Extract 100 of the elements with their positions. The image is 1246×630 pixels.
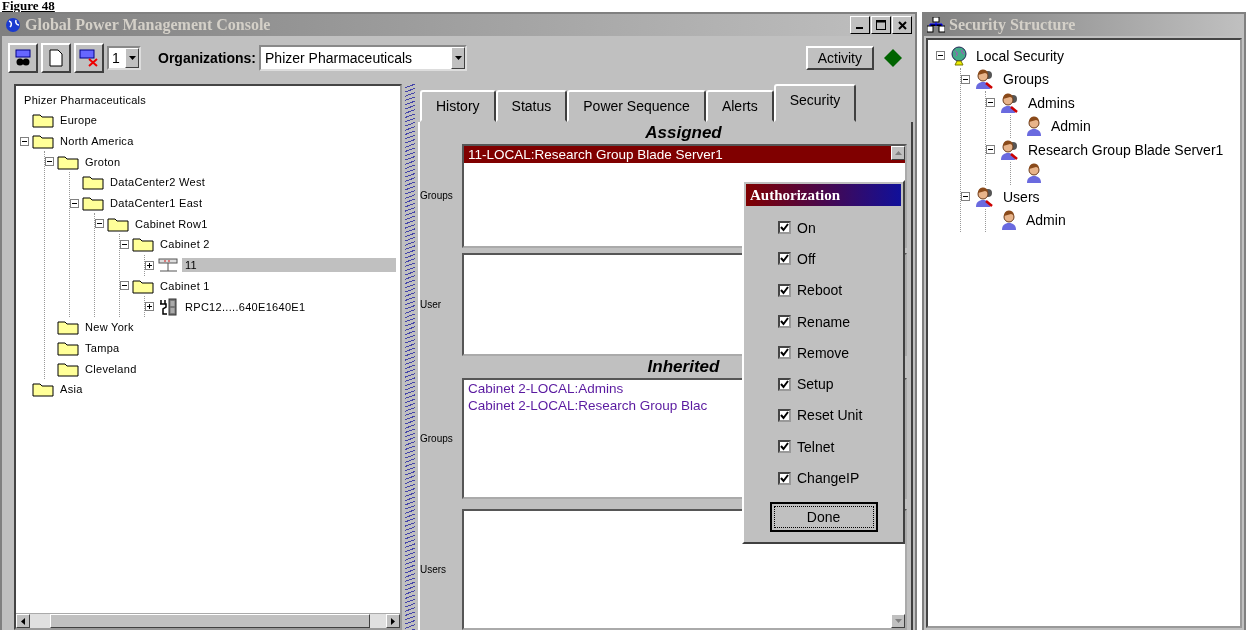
- tree-item[interactable]: Tampa: [82, 340, 123, 355]
- collapse-toggle[interactable]: [120, 281, 129, 291]
- checkbox-label: On: [797, 219, 816, 236]
- dropdown-arrow-icon[interactable]: [128, 56, 136, 60]
- folder-icon: [107, 215, 129, 232]
- collapse-toggle[interactable]: [70, 198, 79, 208]
- folder-icon: [132, 236, 154, 253]
- close-icon: [897, 20, 907, 30]
- section-heading: Inherited: [647, 356, 720, 378]
- globe-icon: [949, 45, 969, 66]
- tree-item[interactable]: North America: [57, 134, 137, 149]
- person-icon: [1024, 116, 1044, 137]
- tree-item[interactable]: Admins: [1025, 93, 1078, 112]
- list-item[interactable]: 11-LOCAL:Research Group Blade Server1: [464, 146, 905, 163]
- tab[interactable]: Power Sequence: [567, 90, 706, 122]
- figure-label: Figure 48: [1, 0, 55, 12]
- tree-item[interactable]: Admin: [1048, 117, 1094, 136]
- find-device-button[interactable]: [8, 43, 38, 73]
- checkbox-label: Off: [797, 250, 816, 267]
- collapse-toggle[interactable]: [986, 98, 995, 108]
- checkbox-label: Setup: [797, 376, 834, 393]
- checkbox[interactable]: [778, 471, 791, 485]
- collapse-toggle[interactable]: [20, 136, 29, 146]
- binoculars-icon: [14, 49, 32, 67]
- splitter-handle[interactable]: [405, 84, 415, 630]
- tree-item[interactable]: Cleveland: [82, 361, 140, 376]
- checkbox[interactable]: [778, 252, 791, 266]
- checkbox-label: Reset Unit: [797, 407, 863, 424]
- scroll-up-button[interactable]: [891, 146, 905, 160]
- folder-icon: [57, 339, 79, 356]
- organization-dropdown[interactable]: Phizer Pharmaceuticals: [259, 45, 467, 71]
- folder-icon: [32, 112, 54, 129]
- window-title: Security Structure: [949, 16, 1076, 34]
- tree-item[interactable]: Local Security: [973, 46, 1067, 65]
- horizontal-scrollbar[interactable]: [16, 613, 400, 628]
- tree-item[interactable]: Cabinet 2: [157, 237, 213, 252]
- collapse-toggle[interactable]: [986, 145, 995, 155]
- expand-toggle[interactable]: [145, 260, 154, 270]
- device-delete-icon: [79, 49, 99, 67]
- minimize-button[interactable]: [850, 16, 870, 34]
- scroll-down-button[interactable]: [891, 614, 905, 628]
- checkbox[interactable]: [778, 440, 791, 454]
- window-title: Global Power Management Console: [25, 16, 271, 34]
- tab[interactable]: History: [420, 90, 496, 122]
- tab[interactable]: Security: [773, 84, 857, 122]
- done-button[interactable]: Done: [769, 501, 878, 532]
- tree-item[interactable]: Admin: [1023, 211, 1069, 230]
- tree-item[interactable]: Cabinet Row1: [132, 216, 211, 231]
- collapse-toggle[interactable]: [95, 219, 104, 229]
- tree-root[interactable]: Phizer Pharmaceuticals: [20, 90, 396, 110]
- expand-toggle[interactable]: [145, 302, 154, 312]
- tab[interactable]: Alerts: [705, 90, 774, 122]
- left-arrow-icon[interactable]: [21, 617, 25, 625]
- maximize-icon: [876, 20, 886, 30]
- tab[interactable]: Status: [495, 90, 568, 122]
- checkbox[interactable]: [778, 346, 791, 360]
- person-icon: [1024, 163, 1044, 184]
- dropdown-arrow-icon[interactable]: [454, 56, 462, 60]
- tree-item[interactable]: DataCenter2 West: [107, 175, 209, 190]
- new-document-button[interactable]: [41, 43, 71, 73]
- tree-item[interactable]: 11: [182, 258, 396, 273]
- checkbox-label: Remove: [797, 344, 850, 361]
- tree-item[interactable]: Groups: [1000, 70, 1052, 89]
- tree-item[interactable]: Groton: [82, 154, 124, 169]
- checkbox[interactable]: [778, 377, 791, 391]
- checkbox[interactable]: [778, 283, 791, 297]
- collapse-toggle[interactable]: [45, 157, 54, 167]
- tree-item[interactable]: Users: [1000, 187, 1043, 206]
- folder-icon: [57, 360, 79, 377]
- collapse-toggle[interactable]: [961, 74, 970, 84]
- status-icon: [883, 48, 903, 68]
- network-icon: [927, 17, 945, 33]
- dialog-title: Authorization: [746, 184, 901, 206]
- checkbox-label: Telnet: [797, 438, 835, 455]
- tree-item[interactable]: Cabinet 1: [157, 278, 213, 293]
- remove-device-button[interactable]: [74, 43, 104, 73]
- checkbox[interactable]: [778, 221, 791, 235]
- checkbox-label: Reboot: [797, 282, 843, 299]
- tree-item[interactable]: Research Group Blade Server1: [1025, 140, 1227, 159]
- person-icon: [999, 210, 1019, 231]
- checkbox[interactable]: [778, 408, 791, 422]
- folder-icon: [32, 133, 54, 150]
- tree-item[interactable]: DataCenter1 East: [107, 196, 206, 211]
- right-arrow-icon[interactable]: [391, 617, 395, 625]
- globe-icon: [5, 17, 21, 33]
- up-arrow-icon: [894, 151, 902, 155]
- maximize-button[interactable]: [871, 16, 891, 34]
- folder-icon: [57, 153, 79, 170]
- collapse-toggle[interactable]: [936, 51, 945, 61]
- tree-item[interactable]: New York: [82, 320, 137, 335]
- tree-item[interactable]: Europe: [57, 113, 101, 128]
- collapse-toggle[interactable]: [961, 192, 970, 202]
- checkbox-label: Rename: [797, 313, 850, 330]
- close-button[interactable]: [892, 16, 912, 34]
- tree-item[interactable]: Asia: [57, 382, 86, 397]
- activity-button[interactable]: Activity: [805, 46, 874, 70]
- tree-item[interactable]: RPC12.....640E1640E1: [182, 299, 309, 314]
- checkbox[interactable]: [778, 315, 791, 329]
- collapse-toggle[interactable]: [120, 239, 129, 249]
- page-spinner[interactable]: 1: [107, 46, 141, 70]
